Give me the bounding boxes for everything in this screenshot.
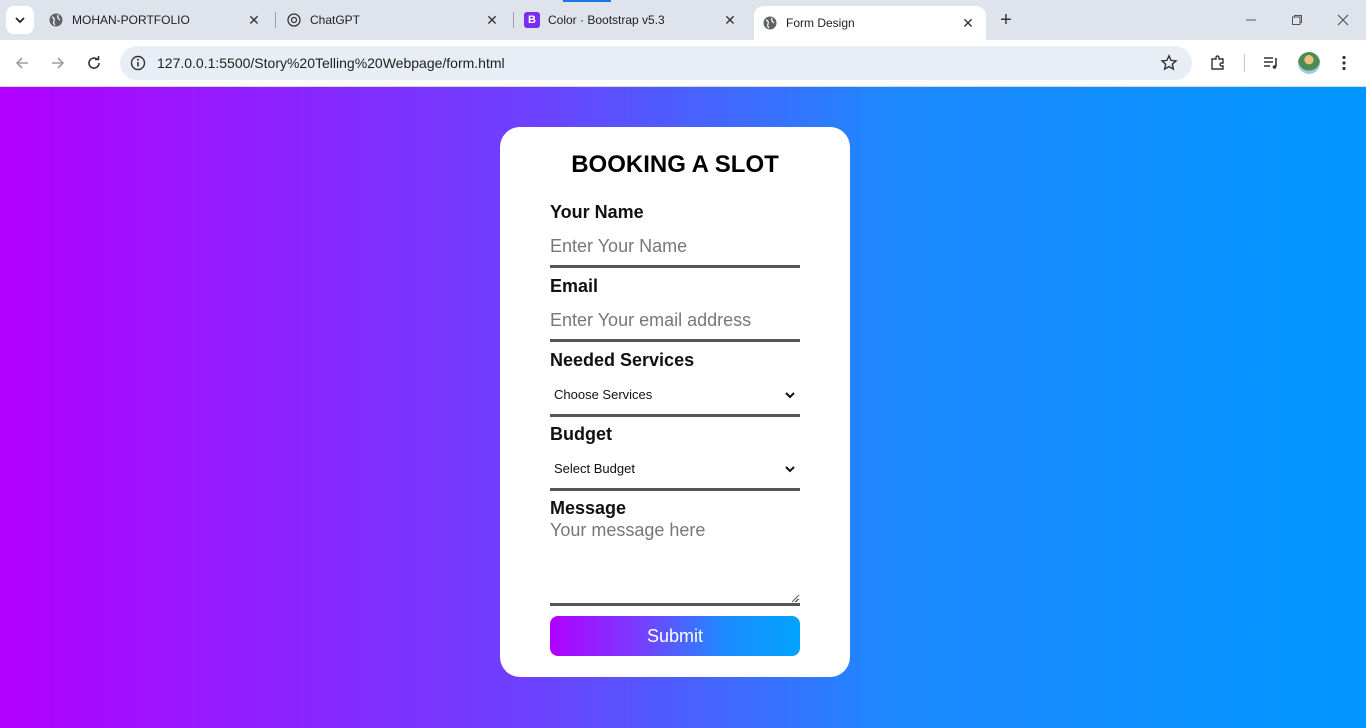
chevron-down-icon: [785, 466, 795, 473]
url-text[interactable]: 127.0.0.1:5500/Story%20Telling%20Webpage…: [157, 55, 505, 71]
bookmark-star-icon[interactable]: [1160, 54, 1178, 72]
submit-button[interactable]: Submit: [550, 616, 800, 656]
close-icon[interactable]: ✕: [246, 12, 262, 28]
close-icon[interactable]: ✕: [484, 12, 500, 28]
chevron-down-icon: [785, 392, 795, 399]
close-icon[interactable]: ✕: [722, 12, 738, 28]
email-input[interactable]: [550, 302, 800, 342]
chevron-down-icon: [15, 17, 25, 24]
playlist-icon: [1264, 57, 1277, 69]
tab-divider: [513, 12, 514, 28]
new-tab-button[interactable]: +: [996, 9, 1016, 31]
site-info-icon[interactable]: [128, 53, 148, 73]
minimize-icon: [1246, 19, 1256, 21]
reload-button[interactable]: [83, 52, 105, 74]
services-selected-value: Choose Services: [554, 387, 653, 402]
tab-search-button[interactable]: [6, 6, 34, 34]
tab-bootstrap-color[interactable]: B Color · Bootstrap v5.3 ✕: [518, 0, 748, 40]
page-background: BOOKING A SLOT Your Name Email Needed Se…: [0, 87, 1366, 728]
name-input[interactable]: [550, 228, 800, 268]
arrow-right-icon: [52, 57, 65, 69]
back-button[interactable]: [11, 52, 33, 74]
restore-button[interactable]: [1287, 10, 1307, 30]
toolbar-divider: [1244, 54, 1245, 72]
tab-form-design[interactable]: Form Design ✕: [754, 6, 986, 40]
more-vertical-icon: [1342, 55, 1346, 71]
close-window-button[interactable]: [1333, 10, 1353, 30]
bootstrap-letter: B: [524, 12, 540, 28]
browser-toolbar: 127.0.0.1:5500/Story%20Telling%20Webpage…: [0, 40, 1366, 87]
close-icon: [1337, 14, 1349, 26]
minimize-button[interactable]: [1241, 10, 1261, 30]
bootstrap-icon: B: [524, 12, 540, 28]
tab-title: ChatGPT: [310, 13, 361, 27]
tab-title: Form Design: [786, 16, 855, 30]
booking-form-card: BOOKING A SLOT Your Name Email Needed Se…: [500, 127, 850, 677]
budget-label: Budget: [550, 424, 612, 444]
reload-icon: [88, 56, 100, 69]
tab-title: Color · Bootstrap v5.3: [548, 13, 665, 27]
address-bar[interactable]: 127.0.0.1:5500/Story%20Telling%20Webpage…: [120, 46, 1192, 80]
extensions-button[interactable]: [1207, 52, 1229, 74]
budget-select[interactable]: Select Budget: [550, 449, 800, 491]
tab-mohan-portfolio[interactable]: MOHAN-PORTFOLIO ✕: [42, 0, 272, 40]
puzzle-icon: [1211, 55, 1224, 70]
forward-button[interactable]: [47, 52, 69, 74]
globe-icon: [762, 15, 778, 31]
profile-avatar[interactable]: [1298, 52, 1320, 74]
resize-handle-icon[interactable]: [790, 594, 799, 603]
services-select[interactable]: Choose Services: [550, 375, 800, 417]
chatgpt-icon: [286, 12, 302, 28]
tab-divider: [275, 12, 276, 28]
arrow-left-icon: [15, 57, 28, 69]
restore-icon: [1292, 15, 1302, 25]
name-label: Your Name: [550, 202, 644, 222]
media-controls-button[interactable]: [1260, 52, 1282, 74]
budget-selected-value: Select Budget: [554, 461, 635, 476]
message-label: Message: [550, 498, 627, 518]
globe-icon: [48, 12, 64, 28]
form-title: BOOKING A SLOT: [571, 151, 779, 178]
close-icon[interactable]: ✕: [960, 15, 976, 31]
tab-strip: MOHAN-PORTFOLIO ✕ ChatGPT ✕ B Color · Bo…: [0, 0, 1366, 40]
services-label: Needed Services: [550, 350, 695, 370]
message-textarea[interactable]: [550, 520, 800, 606]
tab-chatgpt[interactable]: ChatGPT ✕: [280, 0, 510, 40]
email-label: Email: [550, 276, 599, 296]
tab-title: MOHAN-PORTFOLIO: [72, 13, 190, 27]
menu-button[interactable]: [1333, 52, 1355, 74]
